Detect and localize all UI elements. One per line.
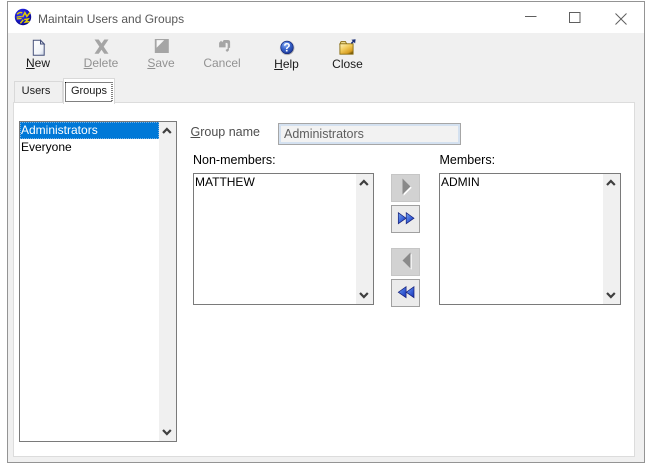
svg-text:?: ? [283, 40, 290, 54]
